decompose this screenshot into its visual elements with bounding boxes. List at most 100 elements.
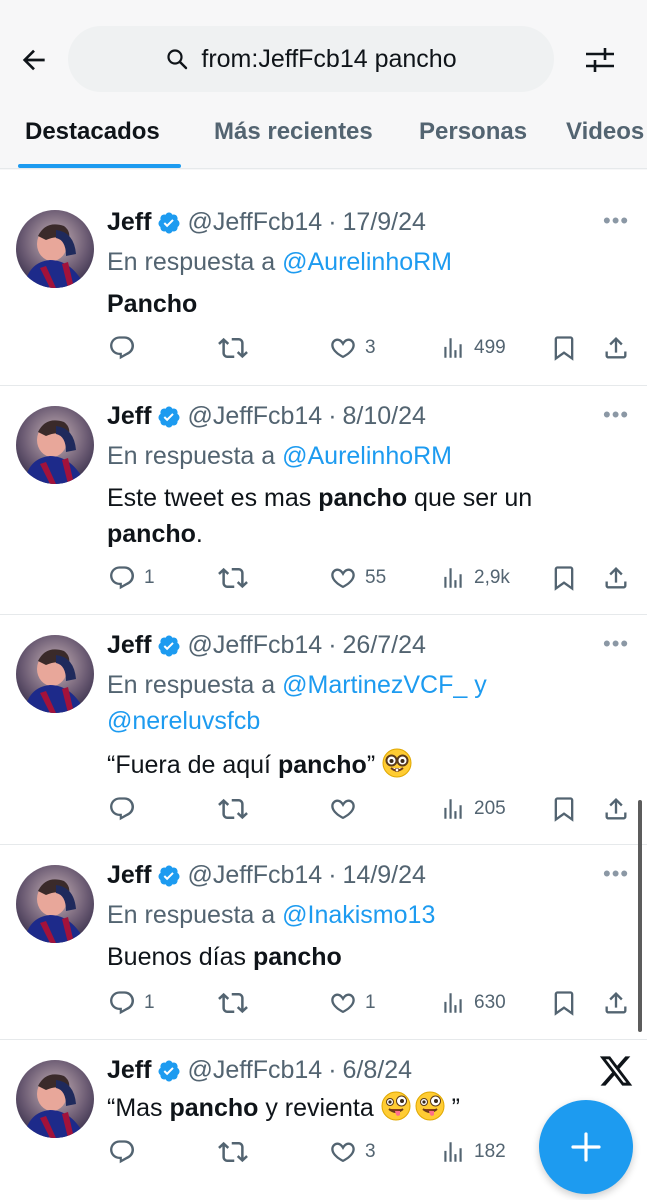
scrollbar[interactable] (638, 800, 642, 1032)
bookmark-button[interactable] (550, 330, 578, 366)
sliders-icon (586, 48, 614, 72)
tweet-date[interactable]: 17/9/24 (343, 208, 426, 237)
avatar[interactable] (16, 210, 94, 288)
share-button[interactable] (602, 330, 630, 366)
tweet-date[interactable]: 6/8/24 (343, 1056, 413, 1085)
text-part: y revienta (258, 1094, 381, 1122)
mention-link[interactable]: @AurelinhoRM (282, 248, 452, 276)
search-filters-button[interactable] (580, 40, 620, 80)
avatar[interactable] (16, 865, 94, 943)
author-name[interactable]: Jeff (107, 1056, 151, 1085)
avatar[interactable] (16, 1060, 94, 1138)
highlight-term: pancho (107, 520, 196, 548)
tweet-date[interactable]: 26/7/24 (343, 631, 426, 660)
tweet-card[interactable]: Jeff @JeffFcb14 · 8/10/24 ••• En respues… (0, 386, 647, 615)
plus-icon (571, 1132, 601, 1162)
tweet-text: Buenos días pancho (107, 939, 627, 975)
tab-videos[interactable]: Videos (566, 118, 644, 146)
reply-button[interactable] (108, 1134, 144, 1170)
tweet-card[interactable]: Jeff @JeffFcb14 · 17/9/24 ••• En respues… (0, 170, 647, 386)
like-button[interactable] (329, 791, 365, 827)
views-icon (440, 796, 466, 822)
like-count: 3 (365, 337, 376, 358)
tab-destacados[interactable]: Destacados (25, 118, 160, 146)
more-options-icon[interactable]: ••• (603, 861, 629, 887)
text-part: ” (366, 751, 383, 779)
compose-button[interactable] (539, 1100, 633, 1194)
like-count: 3 (365, 1141, 376, 1162)
reply-icon (108, 564, 136, 592)
search-input[interactable]: from:JeffFcb14 pancho (68, 26, 554, 92)
meta-separator: · (328, 208, 337, 236)
retweet-button[interactable] (218, 985, 256, 1021)
x-logo-icon (598, 1053, 634, 1089)
more-options-icon[interactable]: ••• (603, 631, 629, 657)
author-handle: @JeffFcb14 (187, 1056, 323, 1084)
retweet-button[interactable] (218, 330, 256, 366)
heart-icon (329, 564, 357, 592)
like-button[interactable]: 3 (329, 1134, 376, 1170)
tab-personas[interactable]: Personas (419, 118, 527, 146)
reply-prefix: En respuesta a (107, 901, 276, 929)
tab-mas-recientes[interactable]: Más recientes (214, 118, 373, 146)
tweet-card[interactable]: Jeff @JeffFcb14 · 26/7/24 ••• En respues… (0, 615, 647, 845)
views-button[interactable]: 630 (440, 985, 506, 1021)
retweet-button[interactable] (218, 560, 256, 596)
bookmark-button[interactable] (550, 560, 578, 596)
mention-link[interactable]: @AurelinhoRM (282, 442, 452, 470)
more-options-icon[interactable]: ••• (603, 402, 629, 428)
highlight-term: Pancho (107, 290, 198, 318)
tweet-date[interactable]: 8/10/24 (343, 402, 426, 431)
reply-count: 1 (144, 992, 155, 1013)
bookmark-button[interactable] (550, 791, 578, 827)
avatar[interactable] (16, 635, 94, 713)
views-icon (440, 1139, 466, 1165)
tweet-card[interactable]: Jeff @JeffFcb14 · 14/9/24 ••• En respues… (0, 845, 647, 1040)
header-divider (0, 168, 647, 169)
share-button[interactable] (602, 791, 630, 827)
tweet-date[interactable]: 14/9/24 (343, 861, 426, 890)
reply-button[interactable] (108, 330, 144, 366)
share-button[interactable] (602, 985, 630, 1021)
reply-icon (108, 989, 136, 1017)
views-button[interactable]: 205 (440, 791, 506, 827)
heart-icon (329, 1138, 357, 1166)
avatar[interactable] (16, 406, 94, 484)
share-icon (602, 989, 630, 1017)
author-name[interactable]: Jeff (107, 402, 151, 431)
more-options-icon[interactable]: ••• (603, 208, 629, 234)
author-name[interactable]: Jeff (107, 208, 151, 237)
retweet-button[interactable] (218, 791, 256, 827)
author-name[interactable]: Jeff (107, 861, 151, 890)
reply-button[interactable]: 1 (108, 985, 155, 1021)
reply-button[interactable] (108, 791, 144, 827)
back-button[interactable] (14, 40, 54, 80)
views-button[interactable]: 182 (440, 1134, 506, 1170)
views-button[interactable]: 2,9k (440, 560, 510, 596)
like-button[interactable]: 3 (329, 330, 376, 366)
retweet-icon (218, 333, 248, 363)
share-icon (602, 564, 630, 592)
view-count: 630 (474, 992, 506, 1013)
mention-link[interactable]: @Inakismo13 (282, 901, 435, 929)
highlight-term: pancho (277, 751, 367, 779)
zany-face-emoji (381, 1091, 411, 1121)
reply-button[interactable]: 1 (108, 560, 155, 596)
author-name[interactable]: Jeff (107, 631, 151, 660)
retweet-button[interactable] (218, 1134, 256, 1170)
text-part: “Fuera de aquí (107, 751, 278, 779)
like-button[interactable]: 55 (329, 560, 386, 596)
top-bar: from:JeffFcb14 pancho Destacados Más rec… (0, 0, 647, 170)
highlight-term: pancho (169, 1094, 259, 1122)
like-button[interactable]: 1 (329, 985, 376, 1021)
mention-link[interactable]: @nereluvsfcb (107, 707, 260, 735)
views-button[interactable]: 499 (440, 330, 506, 366)
bookmark-button[interactable] (550, 985, 578, 1021)
share-button[interactable] (602, 560, 630, 596)
reply-prefix: En respuesta a (107, 442, 276, 470)
heart-icon (329, 795, 357, 823)
mention-link[interactable]: @MartinezVCF_ (282, 671, 467, 699)
tweet-actions: 1 1 630 (0, 985, 647, 1021)
views-icon (440, 335, 466, 361)
highlight-term: pancho (318, 484, 408, 512)
